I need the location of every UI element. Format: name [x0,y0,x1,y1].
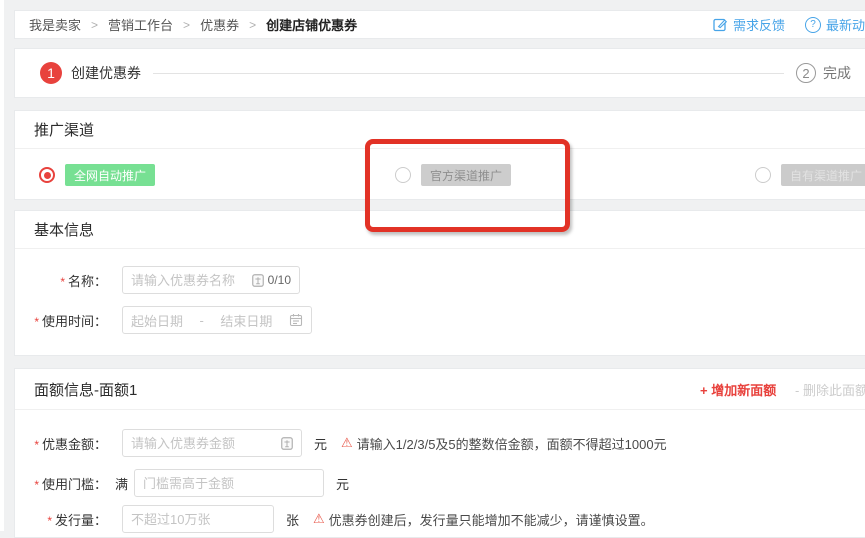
breadcrumb-item-seller-home[interactable]: 我是卖家 [29,15,81,34]
end-date-placeholder: 结束日期 [220,311,272,330]
latest-news-link[interactable]: ? 最新动态 [805,15,865,34]
required-asterisk: * [34,438,39,452]
denomination-section-title: 面额信息-面额1 [34,379,137,400]
promo-option-badge[interactable]: 全网自动推广 [65,164,155,186]
step-connector-line [153,73,784,74]
denomination-section-header: 面额信息-面额1 + 增加新面额 - 删除此面额 [15,369,865,410]
issue-warning: ⚠ 优惠券创建后，发行量只能增加不能减少，请谨慎设置。 [313,510,654,529]
promo-option-own-channel[interactable]: 自有渠道推广 [755,164,865,186]
coupon-name-label: *名称： [15,271,107,290]
amount-warning-text: 请输入1/2/3/5及5的整数倍金额，面额不得超过1000元 [357,434,667,453]
discount-amount-input-box [122,429,302,457]
threshold-input[interactable] [143,476,315,491]
char-count-icon [252,274,264,287]
required-asterisk: * [60,275,65,289]
topbar-links: 需求反馈 ? 最新动态 [713,11,865,38]
date-range-picker[interactable]: 起始日期 - 结束日期 [122,306,312,334]
coupon-name-row: *名称： 0/10 [15,266,865,294]
char-count-icon [281,437,293,450]
radio-selected-icon[interactable] [39,167,55,183]
threshold-input-box [134,469,324,497]
step2-circle: 2 [796,63,816,83]
issue-volume-input-box [122,505,274,533]
step1-label: 创建优惠券 [71,63,141,83]
warning-triangle-icon: ⚠ [341,436,353,451]
basic-section-title: 基本信息 [34,219,94,240]
breadcrumb-separator: > [91,18,98,32]
issue-volume-input[interactable] [131,512,265,527]
required-asterisk: * [47,514,52,528]
denomination-section: 面额信息-面额1 + 增加新面额 - 删除此面额 *优惠金额： 元 ⚠ 请输入1… [14,368,865,538]
breadcrumb-separator: > [183,18,190,32]
breadcrumb-bar: 我是卖家 > 营销工作台 > 优惠券 > 创建店铺优惠券 需求反馈 ? 最新动态 [14,10,865,39]
remove-denomination-button: - 删除此面额 [795,380,865,399]
issue-unit: 张 [286,510,299,529]
issue-warning-text: 优惠券创建后，发行量只能增加不能减少，请谨慎设置。 [329,510,654,529]
amount-unit: 元 [314,434,327,453]
radio-unselected-icon[interactable] [755,167,771,183]
calendar-icon [289,313,303,327]
promo-section-title: 推广渠道 [34,119,94,140]
threshold-label-text: 使用门槛： [42,477,107,492]
breadcrumb-item-marketing[interactable]: 营销工作台 [108,15,173,34]
add-denomination-button[interactable]: + 增加新面额 [700,380,776,399]
use-time-row: *使用时间： 起始日期 - 结束日期 [15,306,865,334]
discount-amount-label-text: 优惠金额： [42,437,107,452]
char-counter: 0/10 [268,273,291,287]
red-highlight-annotation [365,139,570,232]
use-time-label: *使用时间： [15,311,107,330]
threshold-row: *使用门槛： 满 元 [15,469,865,497]
coupon-name-label-text: 名称： [68,274,107,289]
step-progress-bar: 1 创建优惠券 2 完成 [14,48,865,98]
required-asterisk: * [34,315,39,329]
date-range-separator: - [200,313,204,328]
latest-news-link-label: 最新动态 [826,15,865,34]
issue-volume-label: *发行量： [15,510,107,529]
discount-amount-row: *优惠金额： 元 ⚠ 请输入1/2/3/5及5的整数倍金额，面额不得超过1000… [15,429,865,457]
warning-triangle-icon: ⚠ [313,512,325,527]
step1-circle: 1 [40,62,62,84]
feedback-link-label: 需求反馈 [733,15,785,34]
issue-volume-label-text: 发行量： [55,513,107,528]
feedback-link[interactable]: 需求反馈 [713,15,785,34]
page-left-strip [0,0,4,531]
threshold-unit: 元 [336,474,349,493]
breadcrumb-item-coupon[interactable]: 优惠券 [200,15,239,34]
edit-pencil-icon [713,17,728,32]
question-circle-icon: ? [805,17,821,33]
discount-amount-label: *优惠金额： [15,434,107,453]
promo-option-badge[interactable]: 自有渠道推广 [781,164,865,186]
breadcrumb-item-create-coupon: 创建店铺优惠券 [266,15,357,34]
required-asterisk: * [34,478,39,492]
promo-option-auto-network[interactable]: 全网自动推广 [39,164,155,186]
coupon-name-input[interactable] [131,273,252,288]
discount-amount-input[interactable] [131,436,281,451]
step2-label: 完成 [823,63,851,83]
use-time-label-text: 使用时间： [42,314,107,329]
amount-warning: ⚠ 请输入1/2/3/5及5的整数倍金额，面额不得超过1000元 [341,434,667,453]
breadcrumb-separator: > [249,18,256,32]
start-date-placeholder: 起始日期 [131,311,183,330]
coupon-name-input-box: 0/10 [122,266,300,294]
threshold-label: *使用门槛： [15,474,107,493]
issue-volume-row: *发行量： 张 ⚠ 优惠券创建后，发行量只能增加不能减少，请谨慎设置。 [15,505,865,533]
threshold-prefix: 满 [115,474,128,493]
